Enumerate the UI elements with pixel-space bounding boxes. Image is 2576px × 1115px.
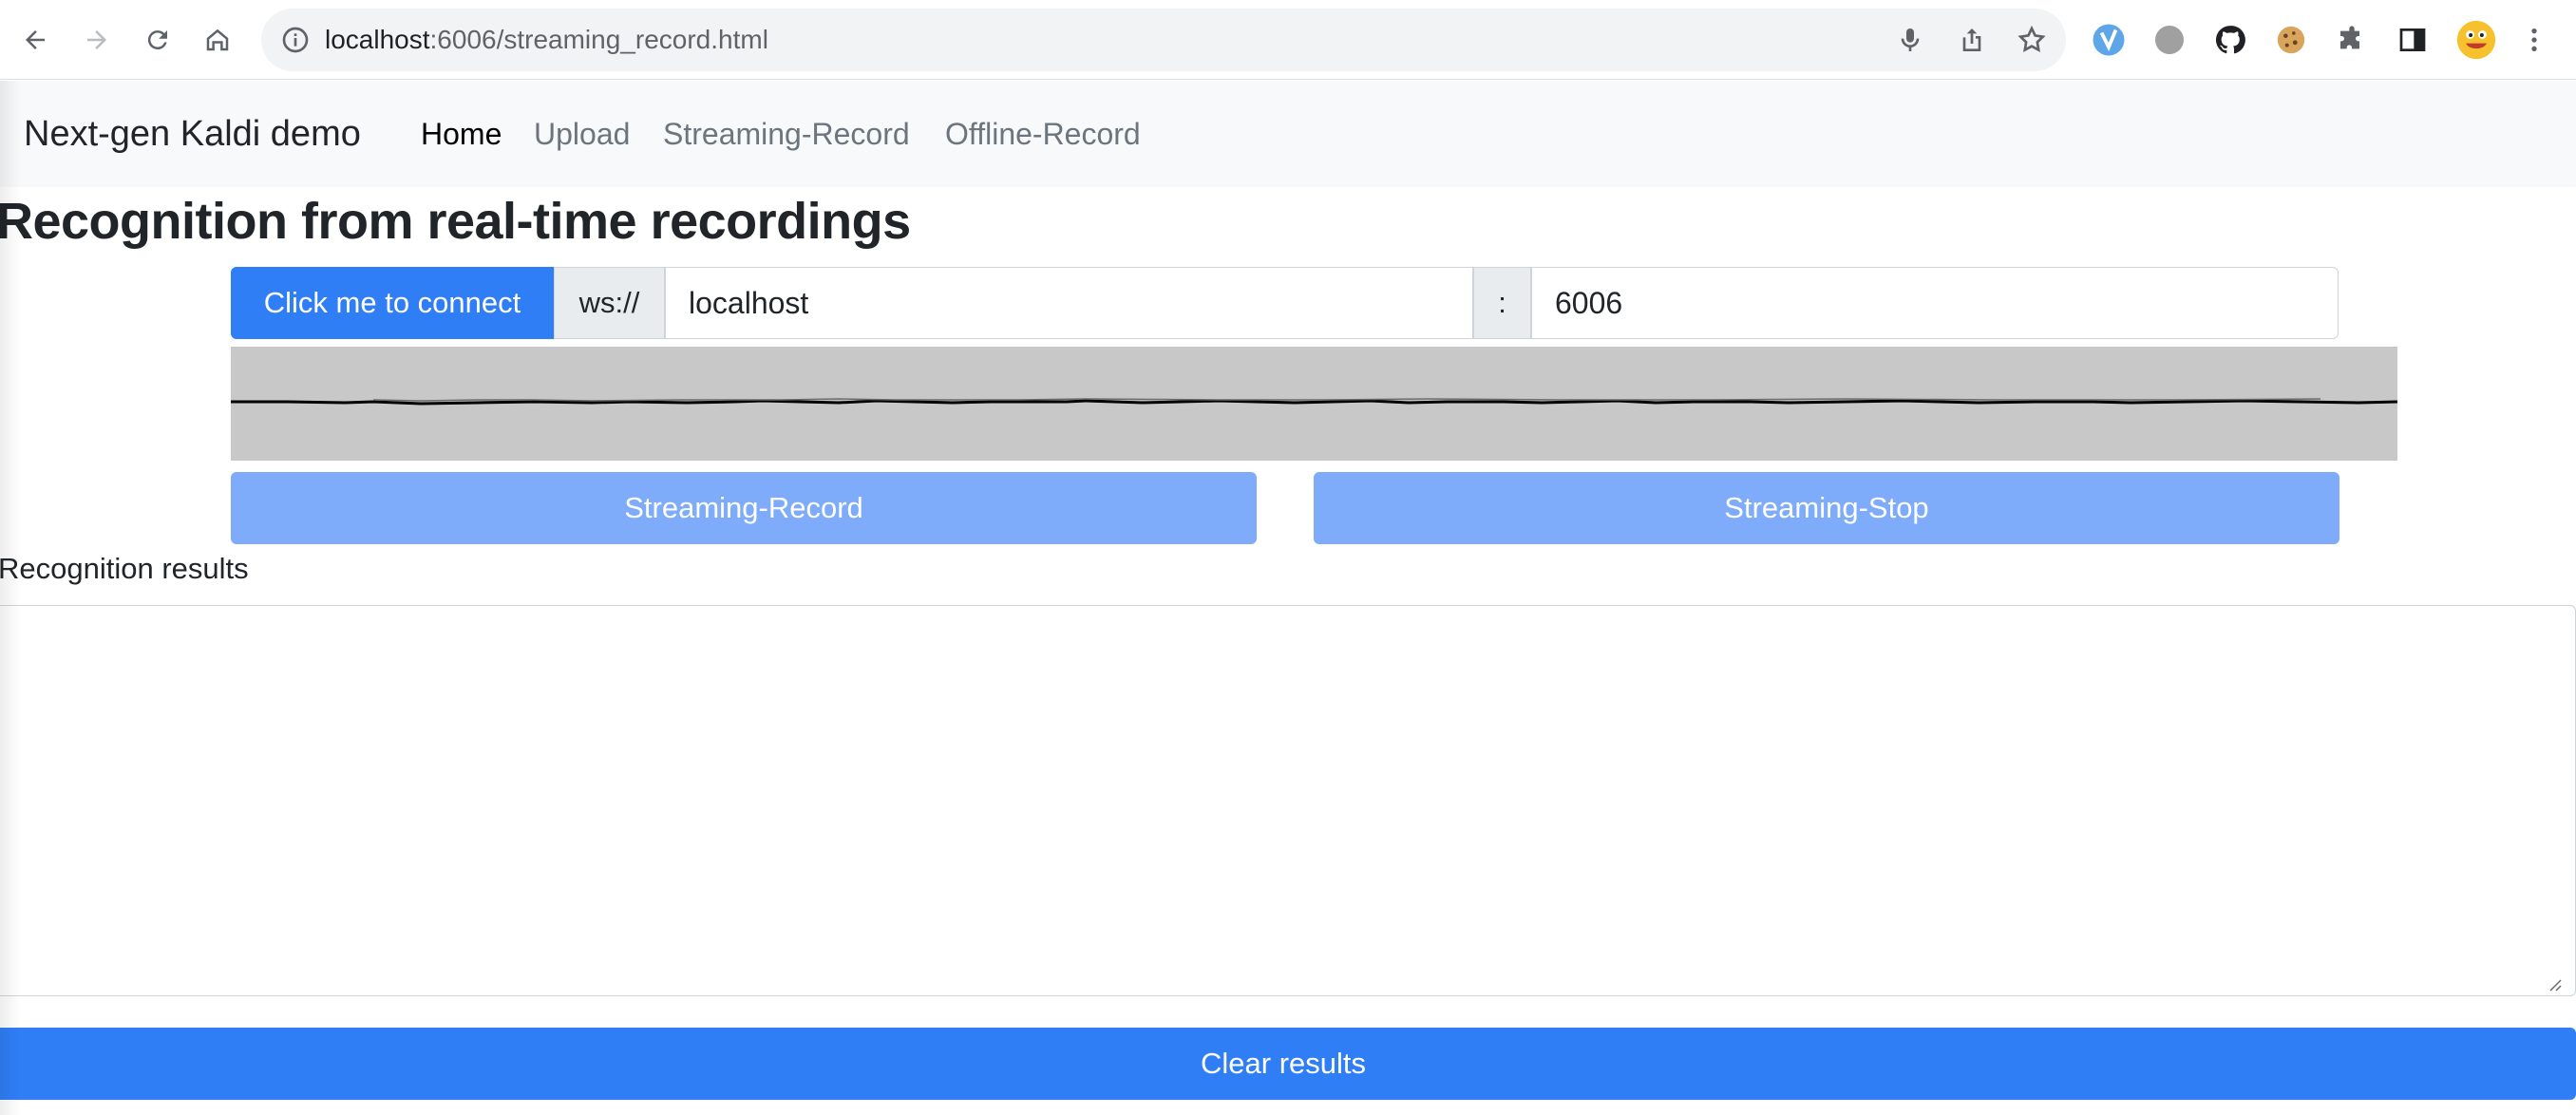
extensions-puzzle-icon[interactable] — [2333, 21, 2371, 59]
waveform-canvas — [231, 347, 2397, 461]
menu-kebab-icon[interactable] — [2515, 21, 2553, 59]
app-navbar: Next-gen Kaldi demo Home Upload Streamin… — [0, 81, 2576, 187]
share-icon[interactable] — [1957, 25, 1987, 55]
address-bar[interactable]: localhost:6006/streaming_record.html — [261, 9, 2066, 71]
extension-v-icon[interactable] — [2090, 21, 2128, 59]
cookie-icon[interactable] — [2272, 21, 2310, 59]
github-icon[interactable] — [2211, 21, 2249, 59]
microphone-icon[interactable] — [1895, 25, 1925, 55]
nav-link-offline-record[interactable]: Offline-Record — [945, 81, 1141, 187]
clear-results-button[interactable]: Clear results — [0, 1028, 2576, 1100]
results-label: Recognition results — [0, 552, 249, 585]
site-info-icon[interactable] — [280, 25, 311, 55]
protocol-addon: ws:// — [554, 267, 665, 339]
back-icon[interactable] — [14, 19, 56, 61]
home-icon[interactable] — [197, 19, 238, 61]
connect-button[interactable]: Click me to connect — [231, 267, 554, 339]
streaming-record-button[interactable]: Streaming-Record — [231, 472, 1257, 544]
profile-avatar-icon[interactable] — [2454, 18, 2498, 62]
streaming-stop-button[interactable]: Streaming-Stop — [1314, 472, 2339, 544]
nav-link-home[interactable]: Home — [421, 81, 502, 187]
page-title: Recognition from real-time recordings — [0, 193, 911, 250]
browser-toolbar: localhost:6006/streaming_record.html — [0, 0, 2576, 80]
nav-link-streaming-record[interactable]: Streaming-Record — [663, 81, 910, 187]
port-input[interactable]: 6006 — [1531, 267, 2339, 339]
results-textarea[interactable] — [0, 605, 2576, 996]
navbar-brand[interactable]: Next-gen Kaldi demo — [24, 81, 361, 187]
host-input[interactable]: localhost — [665, 267, 1473, 339]
nav-link-upload[interactable]: Upload — [534, 81, 630, 187]
resize-handle-icon[interactable] — [2545, 974, 2562, 992]
url-text: localhost:6006/streaming_record.html — [325, 25, 768, 54]
forward-icon[interactable] — [76, 19, 118, 61]
reload-icon[interactable] — [137, 19, 179, 61]
side-panel-icon[interactable] — [2394, 21, 2432, 59]
extension-circle-icon[interactable] — [2150, 21, 2188, 59]
port-separator-addon: : — [1473, 267, 1531, 339]
bookmark-star-icon[interactable] — [2017, 25, 2047, 55]
